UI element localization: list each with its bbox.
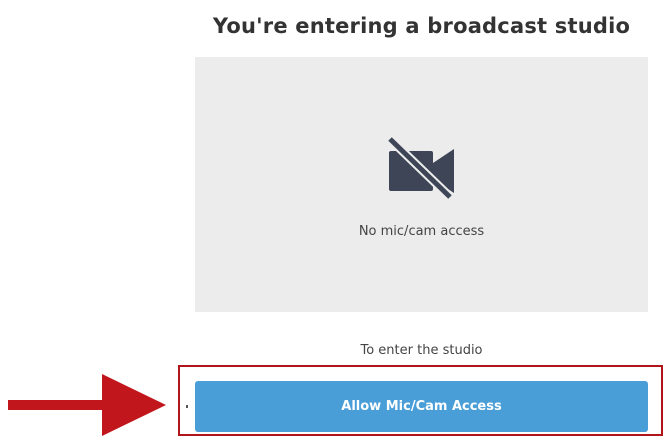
cursor-mark xyxy=(186,405,188,408)
allow-mic-cam-access-button[interactable]: Allow Mic/Cam Access xyxy=(195,381,648,432)
studio-entry-page: You're entering a broadcast studio No mi… xyxy=(0,0,667,441)
arrow-right-icon xyxy=(8,374,166,436)
page-title: You're entering a broadcast studio xyxy=(212,14,631,38)
camera-off-icon xyxy=(386,135,454,199)
enter-studio-hint: To enter the studio xyxy=(360,343,483,358)
no-access-message: No mic/cam access xyxy=(358,224,485,239)
